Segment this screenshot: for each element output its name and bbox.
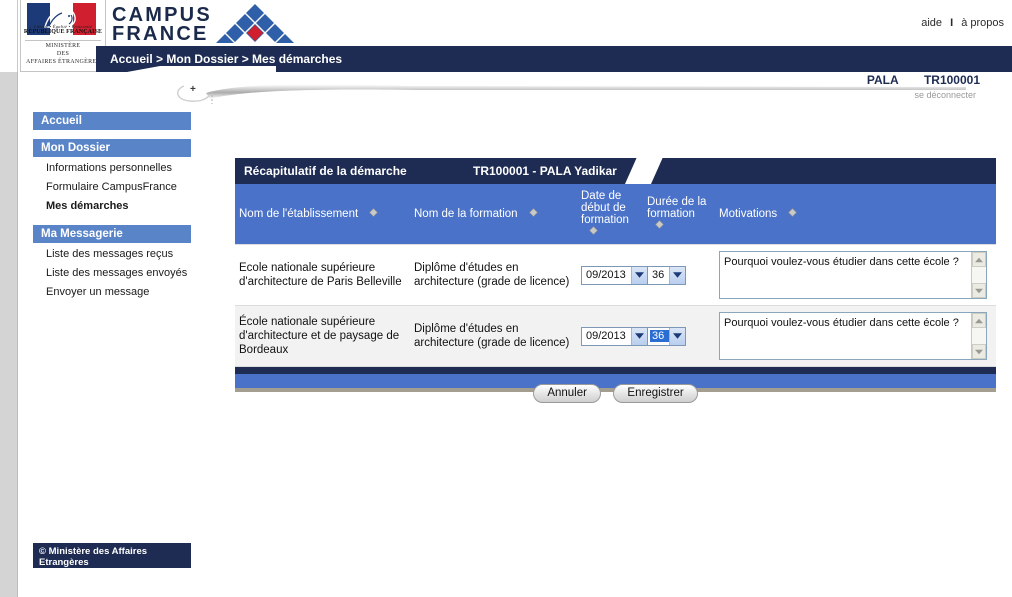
motivation-text: Pourquoi voulez-vous étudier dans cette …	[724, 256, 959, 268]
scroll-up-icon[interactable]	[972, 313, 986, 328]
left-gutter	[0, 0, 18, 597]
panel-footer-dark-bar	[235, 367, 996, 374]
column-header-formation[interactable]: Nom de la formation	[410, 184, 577, 245]
campus-pyramid-icon	[216, 4, 294, 43]
sidebar-item-accueil[interactable]: Accueil	[33, 112, 191, 130]
column-header-etablissement[interactable]: Nom de l'établissement	[235, 184, 410, 245]
motivation-textarea[interactable]: Pourquoi voulez-vous étudier dans cette …	[719, 251, 987, 299]
column-label-date-debut: Date de début de formation	[581, 190, 629, 226]
toplinks-separator: I	[950, 17, 954, 29]
motivation-text: Pourquoi voulez-vous étudier dans cette …	[724, 317, 959, 329]
cell-date-debut: 09/2013	[577, 244, 648, 306]
start-date-select[interactable]: 09/2013	[581, 265, 648, 285]
page-root: Liberté • Égalité • Fraternité RÉPUBLIQU…	[0, 0, 1012, 597]
duration-select[interactable]: 36	[647, 326, 687, 346]
republic-logo-block: Liberté • Égalité • Fraternité RÉPUBLIQU…	[20, 0, 106, 72]
sort-icon[interactable]	[655, 220, 664, 230]
decorative-swoosh	[177, 84, 966, 104]
sidebar-item-messages-envoyes[interactable]: Liste des messages envoyés	[33, 264, 191, 283]
chevron-down-icon	[630, 327, 647, 345]
column-header-motivations[interactable]: Motivations	[715, 184, 996, 245]
sort-icon[interactable]	[528, 208, 538, 218]
start-date-value: 09/2013	[586, 330, 626, 342]
column-label-duree: Durée de la formation	[647, 196, 707, 220]
textarea-scrollbar[interactable]	[971, 313, 986, 359]
panel-header: Récapitulatif de la démarche TR100001 - …	[235, 158, 996, 184]
sort-icon[interactable]	[788, 208, 798, 218]
ministry-label: MINISTÈRE DES AFFAIRES ÉTRANGÈRES	[21, 42, 105, 66]
sort-icon[interactable]	[369, 208, 379, 218]
sidebar-item-mes-demarches[interactable]: Mes démarches	[33, 197, 191, 216]
ministry-line-3: AFFAIRES ÉTRANGÈRES	[25, 59, 101, 65]
duration-value: 36	[652, 269, 665, 281]
chevron-down-icon	[669, 327, 686, 345]
sidebar-group-ma-messagerie[interactable]: Ma Messagerie	[33, 225, 191, 243]
sort-icon[interactable]	[589, 226, 598, 236]
scroll-down-icon[interactable]	[972, 344, 986, 359]
cell-motivations: Pourquoi voulez-vous étudier dans cette …	[715, 244, 996, 306]
cell-etablissement: Ecole nationale supérieure d'architectur…	[235, 244, 410, 306]
column-label-etablissement: Nom de l'établissement	[239, 208, 359, 220]
cell-duree: 36	[643, 244, 715, 306]
sidebar-item-messages-recus[interactable]: Liste des messages reçus	[33, 245, 191, 264]
marianne-logo: Liberté • Égalité • Fraternité RÉPUBLIQU…	[21, 0, 105, 40]
help-link[interactable]: aide	[921, 17, 942, 29]
sidebar-footer-copyright: © Ministère des Affaires Etrangères	[33, 543, 191, 568]
table-row: École nationale supérieure d'architectur…	[235, 305, 996, 367]
left-gutter-top	[0, 0, 18, 72]
column-header-duree[interactable]: Durée de la formation	[643, 184, 715, 245]
recap-panel: Récapitulatif de la démarche TR100001 - …	[235, 158, 996, 392]
sidebar-item-formulaire-campusfrance[interactable]: Formulaire CampusFrance	[33, 178, 191, 197]
ministry-line-1: MINISTÈRE	[45, 43, 81, 49]
column-header-date-debut[interactable]: Date de début de formation	[577, 184, 643, 245]
sidebar-group-mon-dossier[interactable]: Mon Dossier	[33, 139, 191, 157]
table-header-row: Nom de l'établissement Nom de la formati…	[235, 184, 996, 245]
top-links: aide I à propos	[921, 17, 1004, 29]
sidebar-nav: Accueil Mon Dossier Informations personn…	[33, 112, 191, 302]
france-word: FRANCE	[112, 23, 209, 45]
column-label-motivations: Motivations	[719, 208, 778, 220]
sidebar-item-envoyer-message[interactable]: Envoyer un message	[33, 283, 191, 302]
duration-value: 36	[648, 329, 671, 343]
chevron-down-icon	[630, 266, 647, 284]
duration-select[interactable]: 36	[647, 265, 687, 285]
logo-divider	[25, 40, 101, 41]
cell-motivations: Pourquoi voulez-vous étudier dans cette …	[715, 305, 996, 367]
ministry-line-2: DES	[56, 51, 70, 57]
about-link[interactable]: à propos	[961, 17, 1004, 29]
cell-formation: Diplôme d'études en architecture (grade …	[410, 305, 577, 367]
column-label-formation: Nom de la formation	[414, 208, 518, 220]
scroll-down-icon[interactable]	[972, 283, 986, 298]
demarches-table: Nom de l'établissement Nom de la formati…	[235, 184, 996, 367]
form-actions: Annuler Enregistrer	[235, 383, 996, 403]
cell-duree: 36	[643, 305, 715, 367]
breadcrumb[interactable]: Accueil > Mon Dossier > Mes démarches	[110, 52, 342, 66]
start-date-value: 09/2013	[586, 269, 626, 281]
table-row: Ecole nationale supérieure d'architectur…	[235, 244, 996, 306]
textarea-scrollbar[interactable]	[971, 252, 986, 298]
cancel-button[interactable]: Annuler	[533, 384, 601, 403]
motivation-textarea[interactable]: Pourquoi voulez-vous étudier dans cette …	[719, 312, 987, 360]
expand-plus-icon[interactable]: +	[190, 85, 196, 95]
start-date-select[interactable]: 09/2013	[581, 326, 648, 346]
sidebar-item-informations-personnelles[interactable]: Informations personnelles	[33, 159, 191, 178]
cell-formation: Diplôme d'études en architecture (grade …	[410, 244, 577, 306]
scroll-up-icon[interactable]	[972, 252, 986, 267]
cell-date-debut: 09/2013	[577, 305, 648, 367]
campus-france-wordmark: CAMPUS FRANCE	[112, 5, 212, 45]
chevron-down-icon	[669, 266, 686, 284]
panel-title-text: Récapitulatif de la démarche	[244, 164, 407, 178]
save-button[interactable]: Enregistrer	[613, 384, 698, 403]
cell-etablissement: École nationale supérieure d'architectur…	[235, 305, 410, 367]
panel-reference-text: TR100001 - PALA Yadikar	[473, 164, 617, 178]
republic-name: RÉPUBLIQUE FRANÇAISE	[23, 29, 103, 35]
